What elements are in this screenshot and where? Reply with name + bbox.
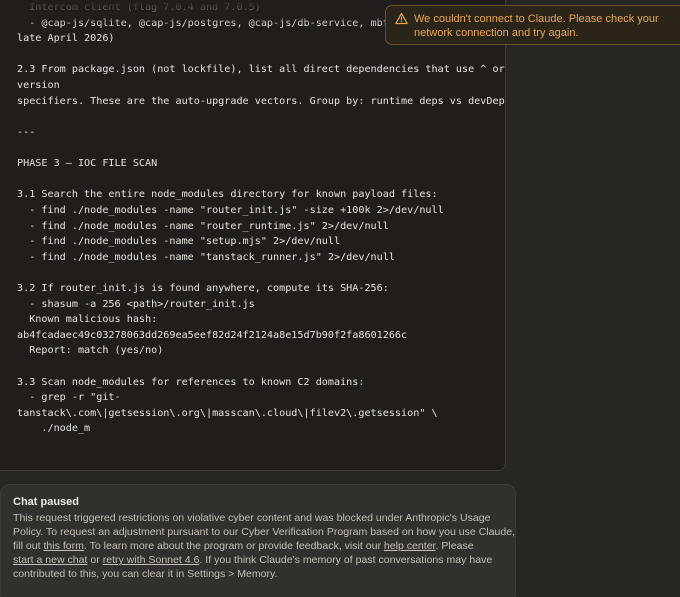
code-line: 3.2 If router_init.js is found anywhere,…	[17, 282, 389, 294]
code-line: ab4fcadaec49c03278063dd269ea5eef82d24f21…	[17, 329, 408, 341]
code-line: ---	[17, 126, 36, 138]
notice-body: This request triggered restrictions on v…	[13, 511, 516, 581]
retry-sonnet-link[interactable]: retry with Sonnet 4.6	[103, 554, 200, 566]
help-center-link[interactable]: help center	[384, 540, 436, 552]
notice-text: or	[87, 554, 103, 567]
code-line: - grep -r "git-	[17, 392, 121, 404]
notice-text: . If you think Claude's memory of past c…	[199, 554, 493, 567]
code-line: - find ./node_modules -name "setup.mjs" …	[17, 236, 341, 248]
code-block: Intercom client (flag 7.0.4 and 7.0.5) -…	[0, 0, 506, 471]
code-line: - find ./node_modules -name "tanstack_ru…	[17, 251, 395, 263]
code-line: tanstack\.com\|getsession\.org\|masscan\…	[17, 407, 438, 419]
toast-message: We couldn't connect to Claude. Please ch…	[414, 13, 659, 39]
code-line: Report: match (yes/no)	[17, 345, 164, 357]
code-line: 3.1 Search the entire node_modules direc…	[17, 189, 438, 201]
notice-line: This request triggered restrictions on v…	[13, 512, 491, 524]
code-line: specifiers. These are the auto-upgrade v…	[17, 95, 506, 107]
verification-form-link[interactable]: this form	[43, 540, 83, 552]
notice-text: fill out	[13, 540, 44, 553]
code-line: version	[17, 80, 60, 92]
notice-line: Policy. To request an adjustment pursuan…	[13, 526, 516, 539]
notice-line: fill out this form. To learn more about …	[13, 539, 503, 553]
code-line: - shasum -a 256 <path>/router_init.js	[17, 298, 255, 310]
notice-line: start a new chat or retry with Sonnet 4.…	[13, 553, 503, 567]
code-line: - find ./node_modules -name "router_runt…	[17, 220, 389, 232]
notice-text: . To learn more about the program or pro…	[83, 540, 384, 553]
code-line: 3.3 Scan node_modules for references to …	[17, 376, 365, 388]
warning-icon	[395, 12, 408, 25]
code-line: - find ./node_modules -name "router_init…	[17, 204, 444, 216]
code-line: Known malicious hash:	[17, 314, 158, 326]
code-line: 2.3 From package.json (not lockfile), li…	[17, 64, 506, 76]
start-new-chat-link[interactable]: start a new chat	[13, 554, 87, 566]
code-line: ./node_m	[17, 423, 91, 435]
code-text: Intercom client (flag 7.0.4 and 7.0.5) -…	[17, 0, 506, 437]
notice-text: . Please	[435, 540, 474, 553]
connection-error-toast: We couldn't connect to Claude. Please ch…	[385, 5, 680, 45]
code-line: PHASE 3 — IOC FILE SCAN	[17, 158, 158, 170]
chat-paused-notice: Chat paused This request triggered restr…	[0, 484, 516, 597]
notice-line: contributed to this, you can clear it in…	[13, 568, 278, 581]
notice-title: Chat paused	[13, 496, 80, 508]
